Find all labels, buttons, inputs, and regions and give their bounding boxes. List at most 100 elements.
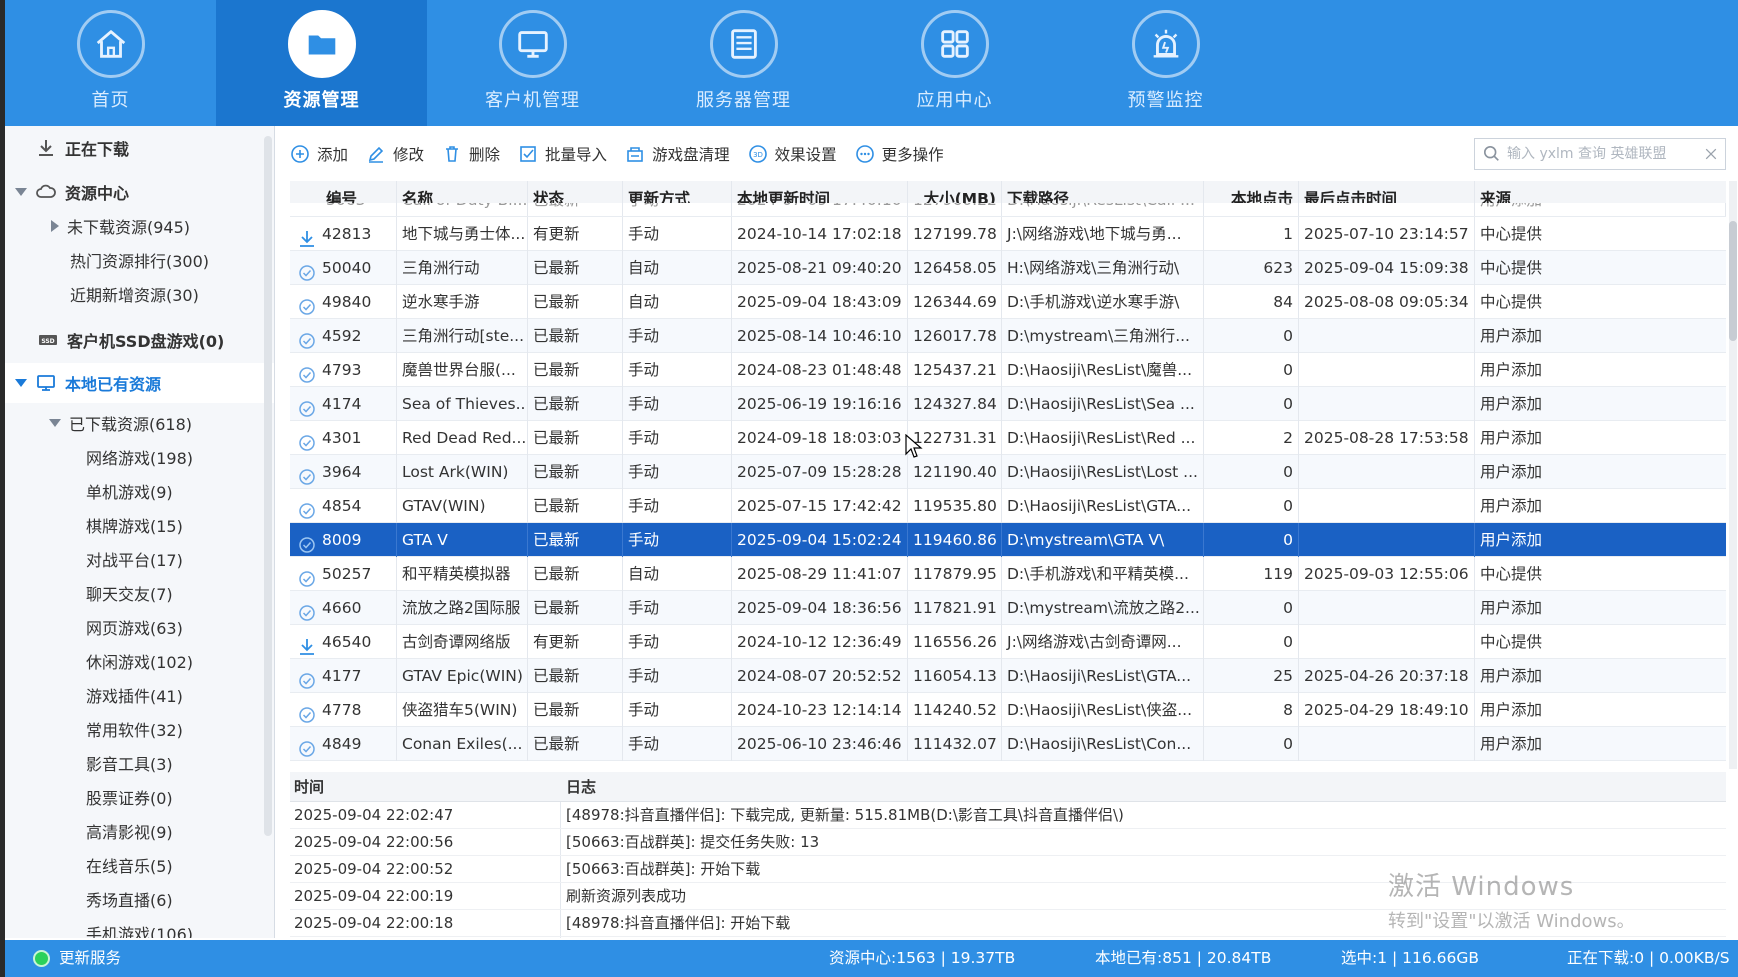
batch-import-button[interactable]: 批量导入 [518, 143, 607, 165]
effects-settings-button[interactable]: 3D 效果设置 [748, 143, 837, 165]
add-button[interactable]: 添加 [290, 143, 348, 165]
nav-app-center[interactable]: 应用中心 [849, 0, 1060, 126]
sidebar-item-resource-center[interactable]: 资源中心 [5, 175, 274, 209]
sidebar-item-label: 已下载资源(618) [69, 415, 193, 434]
table-cell-source: 用户添加 [1480, 735, 1543, 753]
sidebar-item-recent-added[interactable]: 近期新增资源(30) [5, 277, 274, 311]
sidebar-item-downloaded[interactable]: 已下载资源(618) [5, 406, 274, 440]
collapse-arrow-icon[interactable] [15, 188, 27, 196]
table-cell-time: 2025-07-09 15:28:28 [732, 455, 908, 489]
sidebar-item-hot-rank[interactable]: 热门资源排行(300) [5, 243, 274, 277]
table-scrollbar[interactable] [1729, 181, 1737, 769]
table-row[interactable]: 4592 三角洲行动[ste... 已最新 手动 2025-08-14 10:46:10… [290, 319, 1726, 353]
log-row[interactable]: 2025-09-04 22:02:47 [48978:抖音直播伴侣]: 下载完成,… [290, 802, 1726, 829]
table-cell-path: D:\手机游戏\逆水寒手游\ [1002, 285, 1204, 319]
update-service-status[interactable]: 更新服务 [59, 940, 121, 977]
resource-id: 4177 [322, 667, 362, 685]
sidebar-item-category[interactable]: 股票证券(0) [5, 780, 274, 814]
resource-id: 4778 [322, 701, 362, 719]
table-row[interactable]: 4854 GTAV(WIN) 已最新 手动 2025-07-15 17:42:42 119… [290, 489, 1726, 523]
sidebar-item-local-resources[interactable]: 本地已有资源 [5, 363, 274, 403]
nav-client-management[interactable]: 客户机管理 [427, 0, 638, 126]
nav-resource-management[interactable]: 资源管理 [216, 0, 427, 126]
log-row[interactable]: 2025-09-04 22:00:56 [50663:百战群英]: 提交任务失败:… [290, 829, 1726, 856]
sidebar-item-ssd-games[interactable]: SSD 客户机SSD盘游戏(0) [5, 323, 274, 357]
sidebar-item-category[interactable]: 网页游戏(63) [5, 610, 274, 644]
table-row[interactable]: 4793 魔兽世界台服(... 已最新 手动 2024-08-23 01:48:48 12… [290, 353, 1726, 387]
table-row-partial[interactable]: 5063Call of Duty Bl...已最新手动2024-07-09 17… [290, 203, 1726, 217]
sidebar-item-category[interactable]: 在线音乐(5) [5, 848, 274, 882]
sidebar-item-category[interactable]: 手机游戏(106) [5, 916, 274, 938]
table-cell-mode: 自动 [623, 251, 732, 285]
delete-button[interactable]: 删除 [442, 143, 500, 165]
check-circle-icon [298, 260, 316, 281]
table-row[interactable]: 4301 Red Dead Red... 已最新 手动 2024-09-18 18:03… [290, 421, 1726, 455]
table-cell-mode: 手动 [623, 421, 732, 455]
sidebar-item-downloading[interactable]: 正在下载 [5, 131, 274, 165]
sidebar-item-label: 在线音乐(5) [86, 857, 173, 876]
table-row[interactable]: 4778 侠盗猎车5(WIN) 已最新 手动 2024-10-23 12:14:14 11… [290, 693, 1726, 727]
table-cell-status: 已最新 [528, 489, 623, 523]
table-row[interactable]: 4177 GTAV Epic(WIN) 已最新 手动 2024-08-07 20:52:… [290, 659, 1726, 693]
disk-clean-button[interactable]: 游戏盘清理 [625, 143, 730, 165]
table-row[interactable]: 46540 古剑奇谭网络版 有更新 手动 2024-10-12 12:36:49 1165… [290, 625, 1726, 659]
table-cell-status: 已最新 [528, 557, 623, 591]
sidebar-item-category[interactable]: 聊天交友(7) [5, 576, 274, 610]
table-row[interactable]: 4174 Sea of Thieves... 已最新 手动 2025-06-19 19:… [290, 387, 1726, 421]
table-row[interactable]: 3964 Lost Ark(WIN) 已最新 手动 2025-07-09 15:28:2… [290, 455, 1726, 489]
table-cell-last: 2025-08-08 09:05:34 [1299, 285, 1475, 319]
nav-alert-monitor[interactable]: 预警监控 [1060, 0, 1271, 126]
search-input[interactable] [1507, 146, 1697, 162]
table-row[interactable]: 50257 和平精英模拟器 已最新 自动 2025-08-29 11:41:07 1178… [290, 557, 1726, 591]
sidebar-item-label: 休闲游戏(102) [86, 653, 194, 672]
sidebar-item-category[interactable]: 高清影视(9) [5, 814, 274, 848]
edit-button-label: 修改 [393, 146, 425, 164]
expand-arrow-icon[interactable] [51, 220, 59, 232]
sidebar-item-category[interactable]: 休闲游戏(102) [5, 644, 274, 678]
table-row[interactable]: 4849 Conan Exiles(... 已最新 手动 2025-06-10 23:4… [290, 727, 1726, 761]
table-scrollbar-thumb[interactable] [1729, 221, 1737, 341]
table-cell-size: 117879.95 [908, 557, 1002, 591]
sidebar-scrollbar[interactable] [264, 136, 272, 836]
sidebar-item-category[interactable]: 常用软件(32) [5, 712, 274, 746]
table-cell-path: D:\mystream\GTA V\ [1002, 523, 1204, 557]
sidebar-item-label: 棋牌游戏(15) [86, 517, 183, 536]
sidebar-item-category[interactable]: 游戏插件(41) [5, 678, 274, 712]
table-row[interactable]: 50040 三角洲行动 已最新 自动 2025-08-21 09:40:20 126458… [290, 251, 1726, 285]
table-cell-status: 已最新 [528, 523, 623, 557]
sidebar-item-category[interactable]: 对战平台(17) [5, 542, 274, 576]
sidebar-item-not-downloaded[interactable]: 未下载资源(945) [5, 209, 274, 243]
table-cell-time: 2024-08-07 20:52:52 [732, 659, 908, 693]
edit-button[interactable]: 修改 [366, 143, 424, 165]
sidebar-item-label: 常用软件(32) [86, 721, 183, 740]
nav-home[interactable]: 首页 [5, 0, 216, 126]
sidebar-item-category[interactable]: 棋牌游戏(15) [5, 508, 274, 542]
nav-home-label: 首页 [91, 90, 130, 111]
table-cell-path: J:\网络游戏\古剑奇谭网... [1002, 625, 1204, 659]
table-row[interactable]: 4660 流放之路2国际服 已最新 手动 2025-09-04 18:36:56 1178… [290, 591, 1726, 625]
table-cell-size: 127199.78 [908, 217, 1002, 251]
sidebar-item-category[interactable]: 秀场直播(6) [5, 882, 274, 916]
table-cell-clicks: 0 [1204, 727, 1299, 761]
service-status-indicator-icon [33, 950, 50, 967]
more-actions-button[interactable]: 更多操作 [855, 143, 944, 165]
sidebar-item-category[interactable]: 网络游戏(198) [5, 440, 274, 474]
top-navigation: 首页 资源管理 客户机管理 服务器管理 应用中心 预警监控 [5, 0, 1738, 126]
table-row[interactable]: 42813 地下城与勇士体... 有更新 手动 2024-10-14 17:02:18 1… [290, 217, 1726, 251]
collapse-arrow-icon[interactable] [15, 379, 27, 387]
table-row-selected[interactable]: 8009 GTA V 已最新 手动 2025-09-04 15:02:24 119460.… [290, 523, 1726, 557]
clear-search-icon [1705, 148, 1717, 160]
collapse-arrow-icon[interactable] [49, 419, 61, 427]
log-row[interactable]: 2025-09-04 22:00:18 [48978:抖音直播伴侣]: 开始下载 [290, 910, 1726, 937]
table-cell-id: 4854 [290, 489, 397, 523]
table-row[interactable]: 49840 逆水寒手游 已最新 自动 2025-09-04 18:43:09 126344… [290, 285, 1726, 319]
sidebar-item-category[interactable]: 单机游戏(9) [5, 474, 274, 508]
table-cell-time: 2025-08-14 10:46:10 [732, 319, 908, 353]
sidebar-item-category[interactable]: 影音工具(3) [5, 746, 274, 780]
log-row[interactable]: 2025-09-04 22:00:19 刷新资源列表成功 [290, 883, 1726, 910]
sidebar-item-label: 网络游戏(198) [86, 449, 194, 468]
sidebar-item-label: 网页游戏(63) [86, 619, 183, 638]
nav-server-management[interactable]: 服务器管理 [638, 0, 849, 126]
log-row[interactable]: 2025-09-04 22:00:52 [50663:百战群英]: 开始下载 [290, 856, 1726, 883]
check-circle-icon [298, 600, 316, 621]
